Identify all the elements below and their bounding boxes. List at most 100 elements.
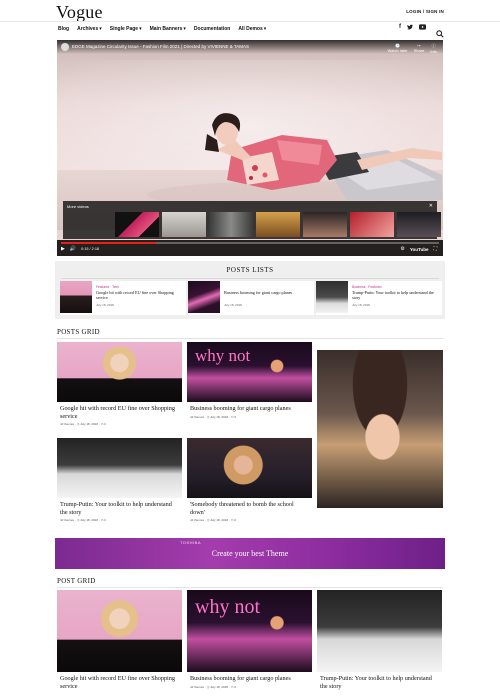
post-thumbnail[interactable] bbox=[188, 281, 220, 313]
post-image[interactable] bbox=[317, 590, 442, 672]
nav-item-archives[interactable]: Archives▾ bbox=[77, 26, 102, 32]
youtube-icon[interactable] bbox=[419, 24, 426, 32]
post-image[interactable] bbox=[57, 590, 182, 672]
video-controls-left: ▶ 🔊 0:15 / 2:18 bbox=[61, 246, 99, 252]
video-thumb[interactable] bbox=[350, 212, 394, 237]
post-grid-divider bbox=[57, 587, 443, 588]
grid-card[interactable]: why not Business booming for giant cargo… bbox=[187, 342, 312, 421]
nav-item-all-demos[interactable]: All Demos▾ bbox=[238, 26, 266, 32]
post-meta: ntf themes · ◷ July 18, 2018 · ▭ 0 bbox=[60, 422, 107, 426]
video-thumb[interactable] bbox=[115, 212, 159, 237]
post-category[interactable]: Business · Featured bbox=[352, 285, 382, 289]
post-date: July 18, 2018 bbox=[210, 414, 229, 419]
grid-card[interactable]: Trump-Putin: Your toolkit to help unders… bbox=[317, 590, 442, 690]
nav-item-documentation[interactable]: Documentation bbox=[194, 26, 230, 32]
video-top-actions: 🕒 Watch later ↪ Share ⓘ Info bbox=[388, 43, 437, 54]
close-icon[interactable]: ✕ bbox=[429, 203, 433, 209]
chevron-down-icon: ▾ bbox=[263, 26, 267, 32]
post-title[interactable]: Google hit with record EU fine over Shop… bbox=[57, 672, 182, 690]
posts-grid-heading: POSTS GRID bbox=[57, 328, 100, 336]
channel-avatar[interactable] bbox=[61, 43, 69, 51]
video-thumb[interactable] bbox=[303, 212, 347, 237]
fullscreen-icon[interactable]: ⛶ bbox=[433, 246, 437, 252]
clock-icon: ◷ bbox=[76, 422, 80, 426]
post-category[interactable]: Featured · Tech bbox=[96, 285, 119, 289]
clock-icon: ◷ bbox=[206, 684, 210, 689]
play-icon[interactable]: ▶ bbox=[61, 246, 65, 252]
list-item[interactable]: Business booming for giant cargo planes … bbox=[188, 281, 314, 315]
video-time: 0:15 / 2:18 bbox=[81, 247, 100, 251]
grid-card[interactable]: Trump-Putin: Your toolkit to help unders… bbox=[57, 438, 182, 524]
post-title[interactable]: Business booming for giant cargo planes bbox=[224, 290, 312, 295]
info-label: Info bbox=[430, 49, 437, 54]
list-item[interactable]: Featured · Tech Google hit with record E… bbox=[60, 281, 186, 315]
twitter-icon[interactable] bbox=[407, 24, 413, 32]
video-progress-fill bbox=[61, 242, 156, 244]
post-thumbnail[interactable] bbox=[316, 281, 348, 313]
settings-icon[interactable]: ⚙ bbox=[400, 246, 404, 252]
nav-label: Single Page bbox=[109, 26, 139, 32]
clock-icon: ◷ bbox=[206, 518, 210, 522]
facebook-icon[interactable]: f bbox=[399, 24, 401, 32]
post-title[interactable]: Trump-Putin: Your toolkit to help unders… bbox=[317, 672, 442, 690]
video-player[interactable]: EDGE Magazine Circularity Issue - Fashio… bbox=[57, 40, 443, 256]
post-date: July 18, 2018 bbox=[96, 303, 114, 307]
watch-later-button[interactable]: 🕒 Watch later bbox=[388, 43, 408, 54]
post-image[interactable]: why not bbox=[187, 590, 312, 672]
post-title[interactable]: Google hit with record EU fine over Shop… bbox=[96, 290, 184, 300]
info-button[interactable]: ⓘ Info bbox=[430, 43, 437, 54]
post-image[interactable] bbox=[57, 438, 182, 498]
post-author[interactable]: ntf themes bbox=[190, 415, 204, 419]
video-progress-bar[interactable] bbox=[61, 242, 439, 244]
video-thumb[interactable] bbox=[209, 212, 253, 237]
post-date: July 18, 2018 bbox=[210, 684, 229, 689]
neon-sign-image: why not bbox=[195, 596, 260, 618]
post-thumbnail[interactable] bbox=[60, 281, 92, 313]
post-image[interactable] bbox=[187, 438, 312, 498]
video-thumb[interactable] bbox=[256, 212, 300, 237]
search-icon[interactable] bbox=[436, 25, 444, 38]
post-author[interactable]: ntf themes bbox=[190, 518, 204, 522]
post-author[interactable]: ntf themes bbox=[190, 685, 204, 689]
nav-item-blog[interactable]: Blog bbox=[58, 26, 69, 32]
more-videos-thumbs bbox=[115, 212, 441, 237]
social-links: f bbox=[399, 24, 426, 32]
header-divider bbox=[0, 21, 500, 22]
site-header: Vogue LOGIN / SIGN IN Blog Archives▾ Sin… bbox=[0, 0, 500, 40]
posts-lists-heading: POSTS LISTS bbox=[226, 266, 274, 274]
grid-card[interactable]: Google hit with record EU fine over Shop… bbox=[57, 342, 182, 428]
login-link[interactable]: LOGIN / SIGN IN bbox=[406, 9, 444, 14]
featured-post-image[interactable] bbox=[317, 350, 443, 508]
post-title[interactable]: Business booming for giant cargo planes bbox=[187, 672, 312, 683]
youtube-logo[interactable]: YouTube bbox=[410, 247, 429, 252]
grid-card[interactable]: 'Somebody threatened to bomb the school … bbox=[187, 438, 312, 524]
more-videos-label: More videos bbox=[67, 204, 89, 209]
volume-icon[interactable]: 🔊 bbox=[70, 246, 76, 252]
post-author[interactable]: ntf themes bbox=[60, 422, 74, 426]
chevron-down-icon: ▾ bbox=[99, 26, 102, 32]
post-title[interactable]: Google hit with record EU fine over Shop… bbox=[57, 402, 182, 420]
post-grid-heading: POST GRID bbox=[57, 577, 96, 585]
grid-card[interactable]: Google hit with record EU fine over Shop… bbox=[57, 590, 182, 690]
post-title[interactable]: Trump-Putin: Your toolkit to help unders… bbox=[57, 498, 182, 516]
comment-count: 0 bbox=[234, 684, 237, 689]
post-image[interactable] bbox=[57, 342, 182, 402]
video-title[interactable]: EDGE Magazine Circularity Issue - Fashio… bbox=[72, 44, 249, 49]
banner-sign-text: TOSHIBA bbox=[180, 540, 201, 545]
list-item[interactable]: Business · Featured Trump-Putin: Your to… bbox=[316, 281, 442, 315]
post-image[interactable]: why not bbox=[187, 342, 312, 402]
video-thumb[interactable] bbox=[397, 212, 441, 237]
video-thumb[interactable] bbox=[162, 212, 206, 237]
post-title[interactable]: Trump-Putin: Your toolkit to help unders… bbox=[352, 290, 440, 300]
comment-count: 0 bbox=[104, 518, 107, 522]
post-author[interactable]: ntf themes bbox=[60, 518, 74, 522]
nav-label: Blog bbox=[58, 26, 70, 32]
site-logo[interactable]: Vogue bbox=[56, 2, 103, 23]
nav-item-single-page[interactable]: Single Page▾ bbox=[110, 26, 142, 32]
nav-item-main-banners[interactable]: Main Banners▾ bbox=[150, 26, 186, 32]
post-title[interactable]: Business booming for giant cargo planes bbox=[187, 402, 312, 413]
share-button[interactable]: ↪ Share bbox=[414, 43, 425, 54]
grid-card[interactable]: why not Business booming for giant cargo… bbox=[187, 590, 312, 691]
post-title[interactable]: 'Somebody threatened to bomb the school … bbox=[187, 498, 312, 516]
promo-banner[interactable]: TOSHIBA Create your best Theme bbox=[55, 538, 445, 569]
